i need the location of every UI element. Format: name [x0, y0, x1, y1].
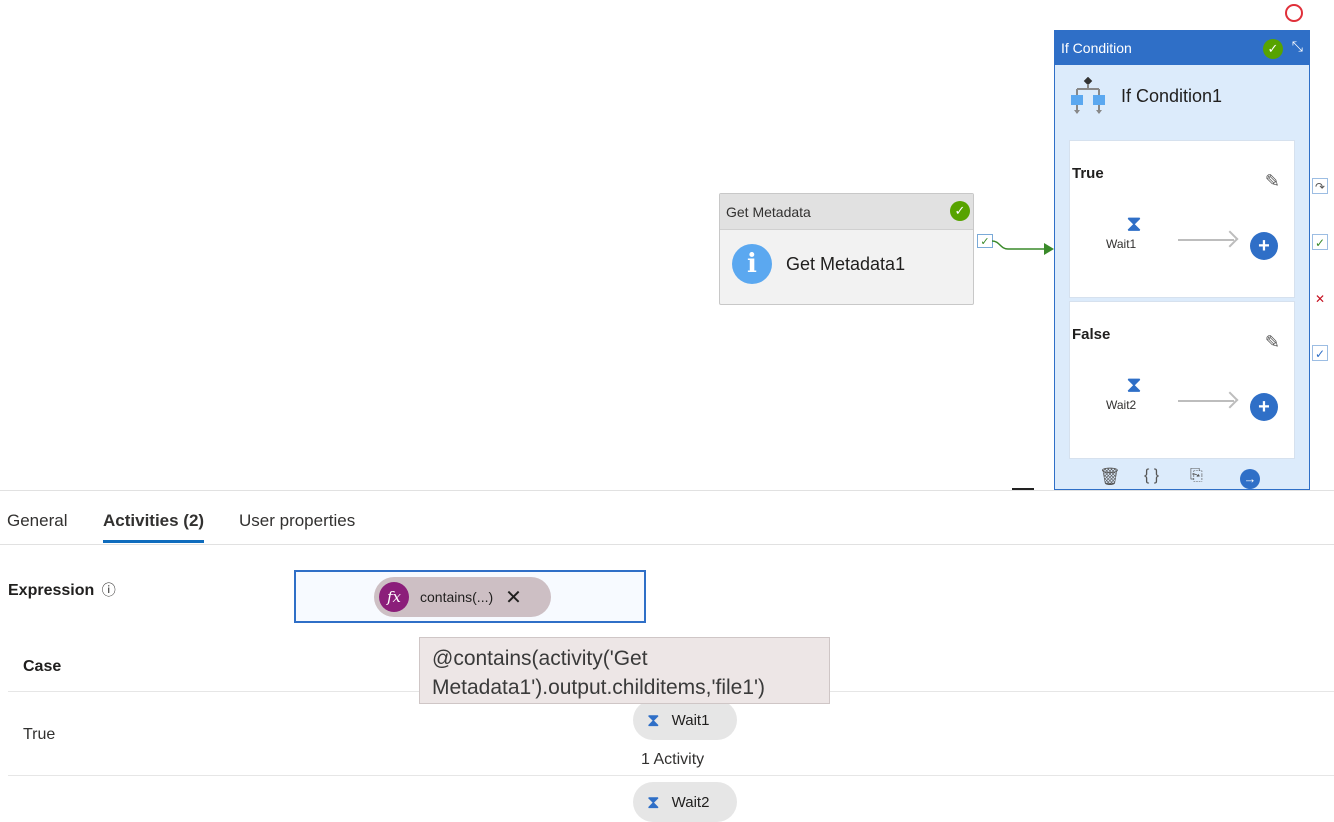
activity-name: If Condition1	[1121, 85, 1223, 106]
activity-count: 1 Activity	[641, 751, 705, 768]
properties-tabs: General Activities (2) User properties	[0, 490, 1334, 545]
completion-icon[interactable]: ✓	[1312, 345, 1328, 361]
activity-pill-label: Wait2	[671, 793, 710, 811]
expression-pill-text: contains(...)	[420, 589, 494, 605]
hourglass-icon: ⧗	[1126, 211, 1142, 236]
branch-activity-name: Wait1	[1106, 237, 1137, 251]
case-true-label: True	[23, 726, 56, 743]
code-icon[interactable]: { }	[1144, 467, 1159, 485]
copy-icon[interactable]: ⎘	[1190, 467, 1203, 485]
activity-pill-wait1[interactable]: ⧗ Wait1	[633, 700, 737, 740]
branch-arrow	[1178, 239, 1234, 241]
expression-input[interactable]: fx contains(...) ✕	[294, 570, 646, 623]
remove-expression-icon[interactable]: ✕	[505, 585, 522, 610]
activity-pill-label: Wait1	[671, 711, 710, 729]
go-icon[interactable]: →	[1240, 469, 1260, 489]
branch-label: True	[1072, 165, 1104, 182]
add-activity-button[interactable]: +	[1250, 232, 1278, 260]
false-branch[interactable]: False ✎ ⧗ Wait2 +	[1069, 301, 1295, 459]
hourglass-icon: ⧗	[1126, 372, 1142, 397]
on-success-handle-icon[interactable]: ✓	[977, 234, 993, 248]
tab-user-properties[interactable]: User properties	[239, 511, 355, 531]
activity-toolbar: 🗑 { } ⎘ →	[1055, 465, 1309, 489]
add-activity-button[interactable]: +	[1250, 393, 1278, 421]
activity-name: Get Metadata1	[786, 253, 906, 274]
edit-pencil-icon[interactable]: ✎	[1265, 171, 1280, 192]
collapse-icon[interactable]: ⤡	[1292, 38, 1303, 55]
branch-activity-name: Wait2	[1106, 398, 1137, 412]
branch-arrow	[1178, 400, 1234, 402]
success-connector	[992, 240, 1054, 255]
activity-type-label: If Condition	[1061, 40, 1132, 56]
expression-pill[interactable]: fx contains(...) ✕	[374, 577, 551, 617]
success-icon[interactable]: ✓	[1312, 234, 1328, 250]
success-check-icon: ✓	[950, 201, 970, 221]
true-branch[interactable]: True ✎ ⧗ Wait1 +	[1069, 140, 1295, 298]
pipeline-canvas[interactable]: Get Metadata ✓ i Get Metadata1 ✓ If Cond…	[0, 0, 1334, 490]
success-check-icon: ✓	[1263, 39, 1283, 59]
branch-label: False	[1072, 326, 1111, 343]
case-column-header: Case	[23, 658, 62, 675]
activity-type-label: Get Metadata	[726, 203, 811, 220]
divider	[8, 775, 1334, 776]
expression-label-text: Expression	[8, 582, 95, 599]
edit-pencil-icon[interactable]: ✎	[1265, 332, 1280, 353]
if-condition-activity[interactable]: If Condition ✓ ⤡ If Condition1 True ✎ ⧗ …	[1054, 30, 1310, 490]
canvas-indicator-icon	[1285, 4, 1303, 22]
delete-icon[interactable]: 🗑	[1099, 467, 1121, 487]
expression-tooltip: @contains(activity('Get Metadata1').outp…	[419, 637, 830, 704]
info-circle-icon[interactable]: ⓘ	[102, 582, 116, 598]
tab-general[interactable]: General	[7, 511, 67, 531]
activity-pill-wait2[interactable]: ⧗ Wait2	[633, 782, 737, 822]
info-icon: i	[732, 244, 772, 284]
hourglass-icon: ⧗	[647, 791, 660, 812]
tab-activities[interactable]: Activities (2)	[103, 511, 205, 543]
failure-icon[interactable]: ✕	[1312, 290, 1328, 306]
hourglass-icon: ⧗	[647, 709, 660, 730]
skip-icon[interactable]: ↷	[1312, 178, 1328, 194]
function-icon: fx	[379, 582, 409, 612]
if-condition-icon	[1071, 77, 1105, 114]
expression-label: Expression ⓘ	[8, 580, 116, 600]
get-metadata-activity[interactable]: Get Metadata ✓ i Get Metadata1	[719, 193, 974, 305]
